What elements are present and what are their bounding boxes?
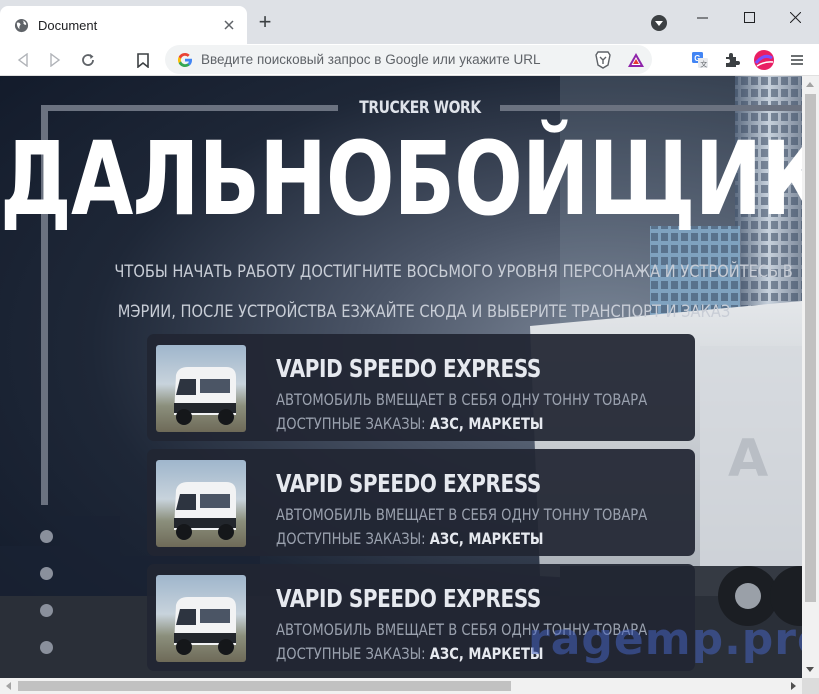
vehicle-name: VAPID SPEEDO EXPRESS — [276, 584, 541, 613]
description-line: МЭРИИ, ПОСЛЕ УСТРОЙСТВА ЕЗЖАЙТЕ СЮДА И В… — [117, 302, 731, 322]
profile-icon[interactable] — [752, 48, 776, 72]
tab-search-icon[interactable] — [651, 15, 667, 31]
orders-value: АЗС, МАРКЕТЫ — [429, 644, 544, 663]
vehicle-card[interactable]: VAPID SPEEDO EXPRESS АВТОМОБИЛЬ ВМЕЩАЕТ … — [147, 449, 695, 556]
scroll-right-icon[interactable] — [791, 682, 796, 690]
brave-shield-icon[interactable] — [591, 48, 615, 72]
watermark: ragemp.pro — [528, 614, 802, 665]
page-viewport: A TRUCKER WORK ДАЛЬНОБОЙЩИК ЧТОБЫ НАЧАТЬ… — [0, 76, 819, 694]
pagination-dot[interactable] — [40, 567, 53, 580]
scroll-up-icon[interactable] — [806, 82, 814, 87]
maximize-icon[interactable] — [726, 4, 772, 30]
orders-label: ДОСТУПНЫЕ ЗАКАЗЫ: — [276, 414, 426, 433]
reload-icon[interactable] — [76, 48, 100, 72]
svg-text:A: A — [728, 429, 768, 489]
scrollbar-corner — [802, 678, 819, 694]
pagination-dot[interactable] — [40, 604, 53, 617]
orders-value: АЗС, МАРКЕТЫ — [429, 529, 544, 548]
orders-label: ДОСТУПНЫЕ ЗАКАЗЫ: — [276, 644, 426, 663]
brave-rewards-icon[interactable] — [624, 48, 648, 72]
van-thumbnail-icon — [156, 345, 246, 432]
vehicle-name: VAPID SPEEDO EXPRESS — [276, 469, 541, 498]
description-line: ЧТОБЫ НАЧАТЬ РАБОТУ ДОСТИГНИТЕ ВОСЬМОГО … — [114, 262, 793, 282]
close-icon[interactable] — [219, 15, 239, 35]
vertical-scrollbar[interactable] — [802, 76, 819, 678]
van-thumbnail-icon — [156, 575, 246, 662]
tab-title: Document — [38, 17, 98, 33]
extensions-icon[interactable] — [720, 48, 744, 72]
back-icon[interactable] — [11, 48, 35, 72]
forward-icon[interactable] — [43, 48, 67, 72]
scroll-left-icon[interactable] — [6, 682, 11, 690]
browser-tab[interactable]: Document — [0, 6, 247, 44]
vehicle-capacity: АВТОМОБИЛЬ ВМЕЩАЕТ В СЕБЯ ОДНУ ТОННУ ТОВ… — [276, 390, 648, 409]
pagination-dot[interactable] — [40, 641, 53, 654]
vehicle-name: VAPID SPEEDO EXPRESS — [276, 354, 541, 383]
vehicle-orders: ДОСТУПНЫЕ ЗАКАЗЫ: АЗС, МАРКЕТЫ — [276, 644, 543, 663]
orders-label: ДОСТУПНЫЕ ЗАКАЗЫ: — [276, 529, 426, 548]
orders-value: АЗС, МАРКЕТЫ — [429, 414, 544, 433]
van-thumbnail-icon — [156, 460, 246, 547]
page-title: ДАЛЬНОБОЙЩИК — [0, 120, 802, 239]
translate-icon[interactable]: G文 — [688, 48, 712, 72]
globe-icon — [14, 18, 29, 32]
pagination-dot[interactable] — [40, 530, 53, 543]
page-description: ЧТОБЫ НАЧАТЬ РАБОТУ ДОСТИГНИТЕ ВОСЬМОГО … — [64, 252, 793, 332]
page-background: A TRUCKER WORK ДАЛЬНОБОЙЩИК ЧТОБЫ НАЧАТЬ… — [0, 76, 802, 678]
horizontal-scrollbar-thumb[interactable] — [18, 681, 511, 691]
address-placeholder: Введите поисковый запрос в Google или ук… — [201, 52, 541, 67]
vehicle-orders: ДОСТУПНЫЕ ЗАКАЗЫ: АЗС, МАРКЕТЫ — [276, 529, 543, 548]
bookmark-icon[interactable] — [131, 48, 155, 72]
scroll-down-icon[interactable] — [806, 667, 814, 672]
vertical-scrollbar-thumb[interactable] — [805, 94, 816, 602]
menu-icon[interactable] — [785, 48, 809, 72]
tab-strip: Document + — [0, 0, 819, 44]
plus-icon[interactable]: + — [254, 11, 276, 34]
minimize-icon[interactable] — [679, 4, 725, 30]
address-bar[interactable]: Введите поисковый запрос в Google или ук… — [165, 45, 652, 74]
svg-text:文: 文 — [700, 60, 707, 69]
google-icon — [177, 52, 192, 67]
vehicle-card[interactable]: VAPID SPEEDO EXPRESS АВТОМОБИЛЬ ВМЕЩАЕТ … — [147, 334, 695, 441]
window-close-icon[interactable] — [772, 4, 818, 30]
browser-toolbar: Введите поисковый запрос в Google или ук… — [0, 44, 819, 76]
vehicle-capacity: АВТОМОБИЛЬ ВМЕЩАЕТ В СЕБЯ ОДНУ ТОННУ ТОВ… — [276, 505, 648, 524]
vehicle-orders: ДОСТУПНЫЕ ЗАКАЗЫ: АЗС, МАРКЕТЫ — [276, 414, 543, 433]
horizontal-scrollbar[interactable] — [0, 678, 802, 694]
